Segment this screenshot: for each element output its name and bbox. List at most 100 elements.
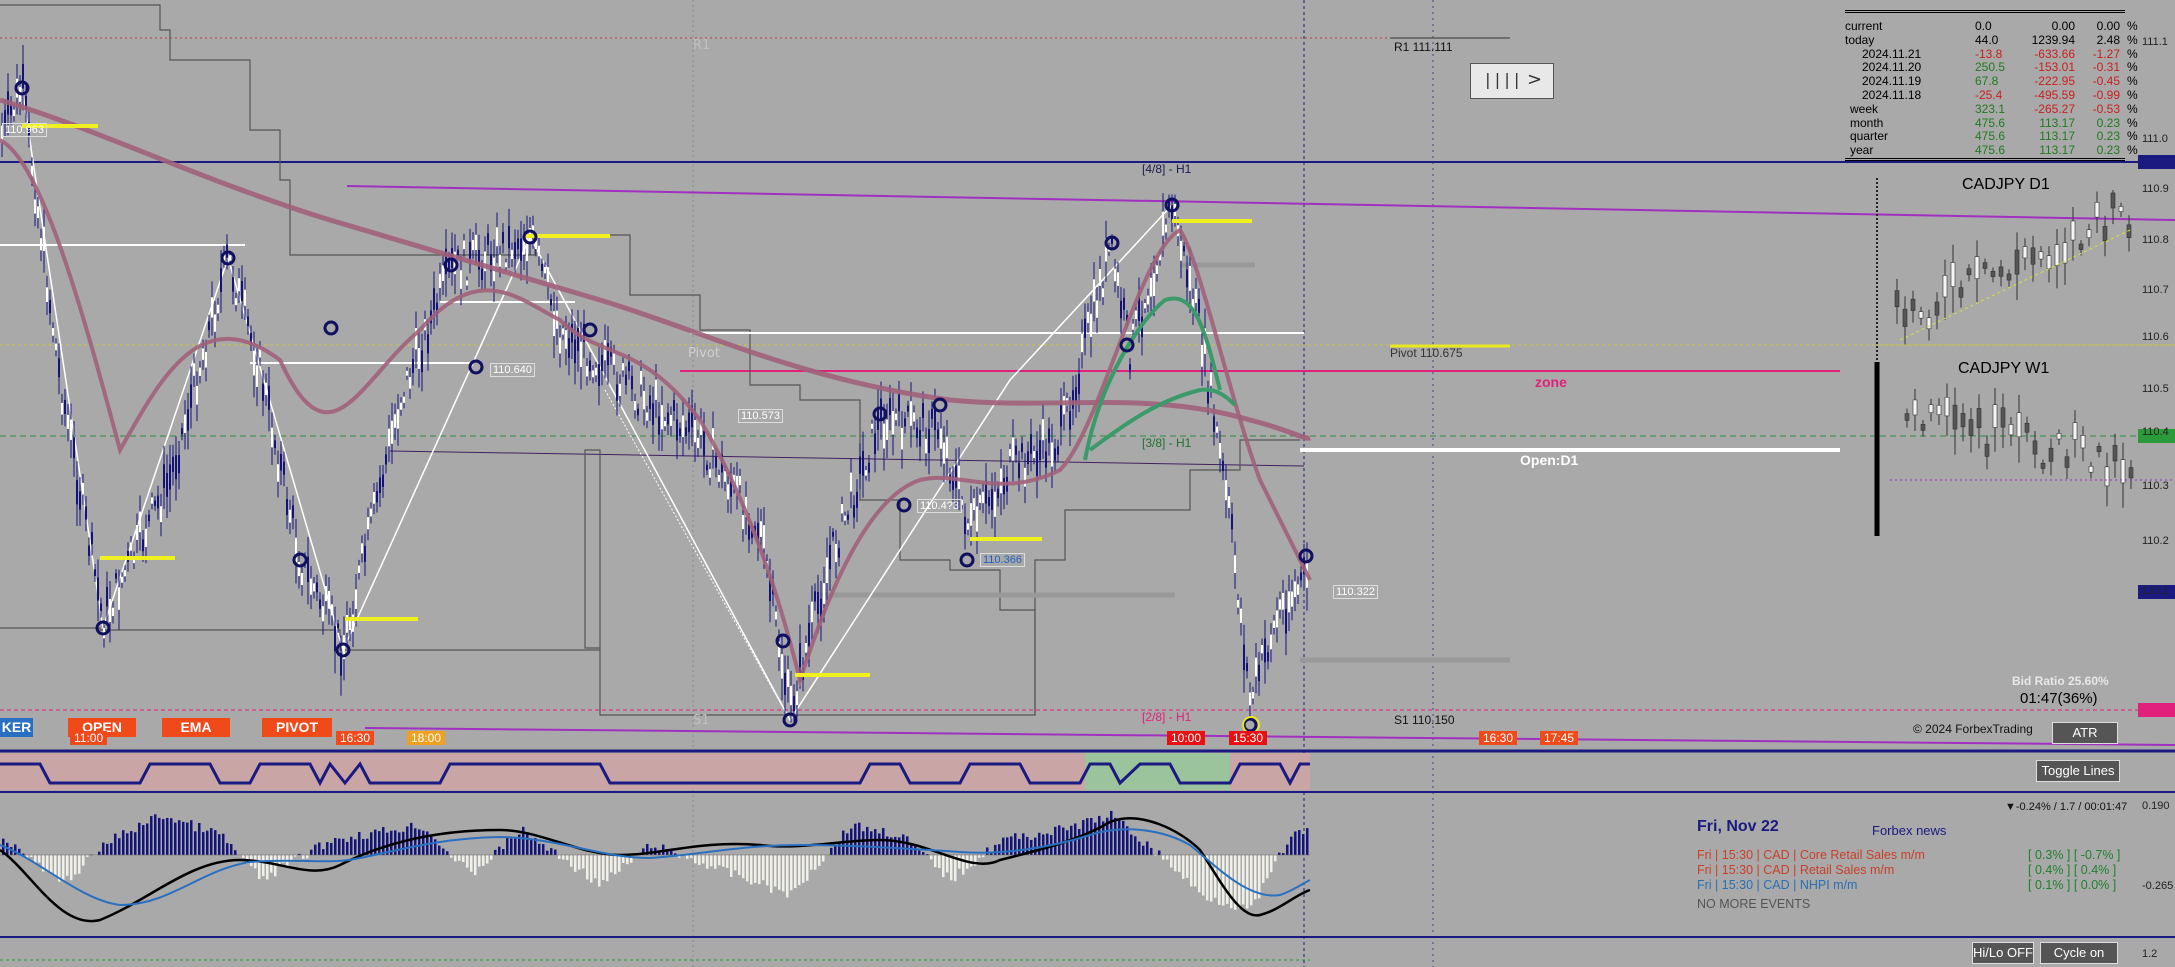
histogram-bar (462, 855, 465, 863)
candle-body (856, 491, 858, 508)
histogram-bar (554, 849, 557, 855)
navigation-widget[interactable]: |||| > (1470, 63, 1554, 99)
histogram-bar (454, 855, 457, 862)
candle-body (1261, 645, 1263, 654)
mini-candle-body (2006, 273, 2012, 281)
histogram-bar (102, 842, 105, 855)
candle-body (208, 321, 210, 331)
hilo-button[interactable]: Hi/Lo OFF (1972, 942, 2034, 964)
scroll-bars-icon[interactable]: |||| (1483, 70, 1522, 89)
stats-cell-money: -495.59 (2034, 88, 2075, 102)
mini-candle-body (2110, 192, 2116, 209)
stats-cell-pct: -0.45 (2092, 74, 2120, 89)
candle-body (988, 497, 990, 507)
candle-body (964, 516, 966, 535)
mini-candle-body (2038, 251, 2044, 260)
pivot-level-label: Pivot 110.675 (1390, 346, 1463, 360)
news-item[interactable]: Fri | 15:30 | CAD | Retail Sales m/m (1697, 863, 1894, 877)
candle-body (658, 416, 660, 435)
price-axis-label: 111.1 (2142, 36, 2168, 48)
mini-candle-body (1982, 262, 1988, 269)
histogram-bar (54, 855, 57, 877)
histogram-bar (302, 855, 305, 859)
ema-button[interactable]: EMA (162, 718, 230, 737)
histogram-bar (1146, 841, 1149, 855)
stats-row: week 323.1 -265.27 -0.53% (1845, 102, 2165, 116)
mini-candle-body (2088, 465, 2094, 473)
chevron-right-icon[interactable]: > (1527, 69, 1542, 90)
news-source[interactable]: Forbex news (1872, 823, 1946, 838)
candle-body (601, 354, 603, 371)
stats-cell-label: 2024.11.18 (1862, 88, 1922, 102)
candle-body (817, 591, 819, 614)
news-values: [ 0.4% ] [ 0.4% ] (2028, 863, 2117, 877)
histogram-bar (778, 855, 781, 890)
histogram-bar (162, 819, 165, 855)
r1-level-label: R1 111.111 (1394, 40, 1453, 54)
candle-body (391, 420, 393, 444)
histogram-bar (226, 843, 229, 855)
mini-candle-body (1904, 413, 1910, 421)
candle-body (940, 428, 942, 449)
toggle-lines-button[interactable]: Toggle Lines (2036, 760, 2120, 782)
symbol-d1-label: CADJPY D1 (1962, 176, 2050, 193)
news-item[interactable]: Fri | 15:30 | CAD | NHPI m/m (1697, 878, 1857, 892)
candle-body (862, 450, 864, 476)
candle-body (619, 383, 621, 396)
histogram-bar (706, 855, 709, 869)
histogram-bar (190, 820, 193, 855)
histogram-bar (218, 834, 221, 855)
candle-body (682, 415, 684, 438)
candle-body (88, 545, 90, 556)
marker-button[interactable]: KER (0, 718, 33, 737)
stats-cell-pct: 0.23 (2096, 143, 2120, 158)
pivot-button[interactable]: PIVOT (262, 718, 332, 737)
h1-28-label: [2/8] - H1 (1142, 710, 1192, 724)
histogram-bar (1122, 820, 1125, 855)
histogram-bar (1166, 855, 1169, 860)
time-marker: 10:00 (1167, 731, 1206, 745)
candle-body (1294, 581, 1296, 598)
candle-body (151, 497, 153, 504)
candle-body (724, 471, 726, 482)
candle-body (679, 428, 681, 437)
candle-body (646, 412, 648, 421)
histogram-bar (758, 855, 761, 885)
candle-body (1081, 333, 1083, 353)
candle-body (325, 586, 327, 602)
candle-body (904, 418, 906, 427)
candle-body (652, 403, 654, 425)
candle-body (562, 328, 564, 335)
candle-body (973, 498, 975, 511)
histogram-bar (358, 831, 361, 855)
histogram-bar (878, 833, 881, 855)
candle-body (1198, 299, 1200, 313)
histogram-bar (566, 855, 569, 861)
candle-body (502, 231, 504, 244)
candle-body (1060, 404, 1062, 427)
candle-body (1114, 268, 1116, 282)
mini-candle-body (2054, 244, 2060, 267)
stats-cell-pct: 0.00 (2096, 19, 2120, 33)
histogram-bar (1258, 855, 1261, 899)
candle-body (292, 505, 294, 519)
candle-body (301, 573, 303, 586)
histogram-bar (726, 855, 729, 868)
candle-body (82, 482, 84, 495)
candle-body (994, 491, 996, 517)
candle-body (1249, 692, 1251, 706)
candle-body (1084, 318, 1086, 339)
atr-button[interactable]: ATR (2052, 722, 2118, 744)
candle-body (1240, 608, 1242, 623)
mini-candle-body (1894, 290, 1900, 308)
histogram-bar (1222, 855, 1225, 906)
candle-body (403, 396, 405, 403)
histogram-bar (482, 855, 485, 866)
candle-body (637, 408, 639, 416)
cycle-button[interactable]: Cycle on (2040, 942, 2118, 964)
news-item[interactable]: Fri | 15:30 | CAD | Core Retail Sales m/… (1697, 848, 1925, 862)
pivot-short-label: Pivot (688, 346, 720, 361)
candle-body (874, 433, 876, 454)
histogram-bar (882, 828, 885, 855)
histogram-bar (582, 855, 585, 869)
